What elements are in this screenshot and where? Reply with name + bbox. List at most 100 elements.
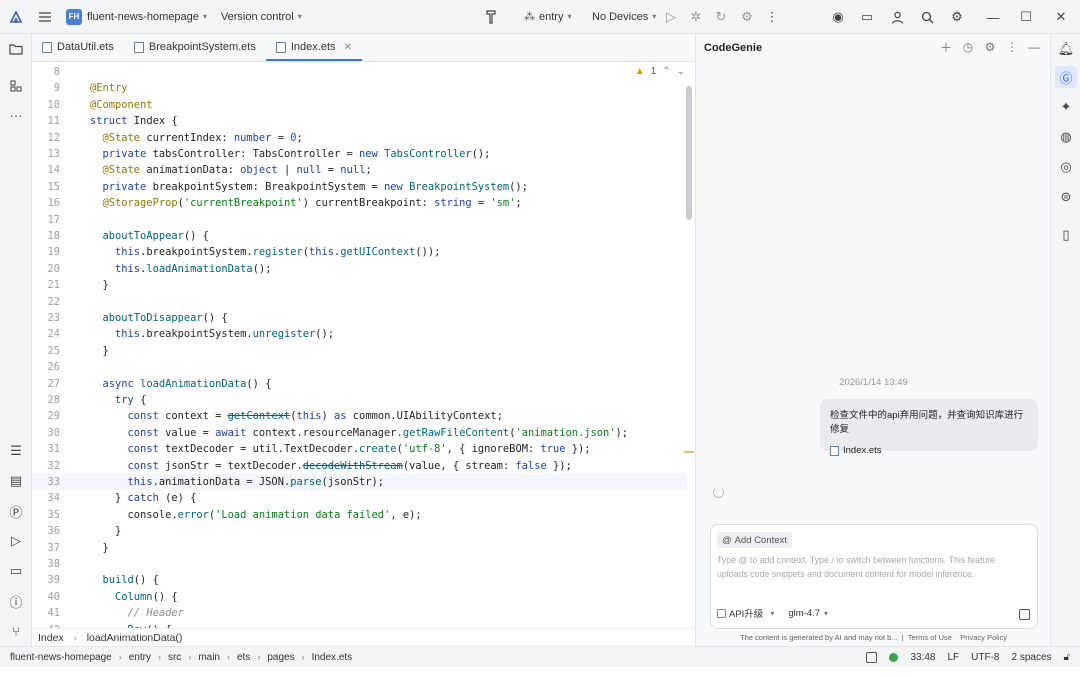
code-text[interactable]: @State currentIndex: number = 0;	[90, 130, 303, 146]
code-line[interactable]: 13 private tabsController: TabsControlle…	[32, 146, 687, 162]
more-actions-icon[interactable]: ⋮	[761, 6, 783, 28]
code-line[interactable]: 26	[32, 359, 687, 375]
ai-sparkle-icon[interactable]: ✦	[1055, 96, 1077, 118]
cursor-position[interactable]: 33:48	[910, 652, 935, 663]
code-line[interactable]: 41 // Header	[32, 605, 687, 621]
problems-icon[interactable]: ⓘ	[5, 590, 27, 612]
codegenie-icon[interactable]: Ⓖ	[1055, 66, 1077, 88]
code-editor[interactable]: ▲ 1 ⌃ ⌄ 8 9 @Entry 10 @Component 11 struct Ind…	[32, 62, 695, 628]
maximize-icon[interactable]: ☐	[1015, 6, 1037, 28]
code-line[interactable]: 37 }	[32, 540, 687, 556]
log-icon[interactable]: ▤	[5, 470, 27, 492]
main-menu-icon[interactable]	[32, 0, 58, 34]
code-text[interactable]: this.animationData = JSON.parse(jsonStr)…	[90, 474, 385, 490]
code-line[interactable]: 32 const jsonStr = textDecoder.decodeWit…	[32, 458, 687, 474]
device-manager-icon[interactable]: ▭	[856, 6, 878, 28]
editor-scrollbar[interactable]	[686, 86, 692, 220]
account-icon[interactable]	[886, 6, 908, 28]
code-line[interactable]: 24 this.breakpointSystem.unregister();	[32, 326, 687, 342]
code-line[interactable]: 23 aboutToDisappear() {	[32, 310, 687, 326]
breadcrumb-method[interactable]: loadAnimationData()	[87, 632, 183, 644]
panel-settings-icon[interactable]: ⚙	[981, 38, 999, 56]
code-line[interactable]: 15 private breakpointSystem: BreakpointS…	[32, 179, 687, 195]
mode-selector[interactable]: API升级 ▾	[717, 606, 774, 620]
minimize-icon[interactable]: —	[982, 6, 1004, 28]
project-folder-icon[interactable]	[5, 38, 27, 60]
device-selector[interactable]: No Devices ▾	[592, 0, 656, 34]
code-text[interactable]: } catch (e) {	[90, 490, 196, 506]
robot-icon[interactable]: ⊜	[1055, 186, 1077, 208]
structure-icon[interactable]	[5, 75, 27, 97]
app-logo-icon[interactable]	[0, 0, 32, 34]
run-config-selector[interactable]: ⁂ entry ▾	[524, 0, 571, 34]
notifications-bell-icon[interactable]: 🔔︎	[1055, 38, 1077, 60]
code-text[interactable]: @State animationData: object | null = nu…	[90, 162, 372, 178]
run-tool-icon[interactable]: ▷	[5, 530, 27, 552]
status-ok-icon[interactable]	[889, 653, 899, 662]
code-line[interactable]: 19 this.breakpointSystem.register(this.g…	[32, 244, 687, 260]
path-segment[interactable]: Index.ets	[312, 652, 353, 663]
code-line[interactable]: 35 console.error('Load animation data fa…	[32, 507, 687, 523]
code-line[interactable]: 30 const value = await context.resourceM…	[32, 425, 687, 441]
code-line[interactable]: 17	[32, 212, 687, 228]
path-segment[interactable]: pages	[267, 652, 294, 663]
attach-debugger-icon[interactable]: ⚙	[736, 6, 758, 28]
code-text[interactable]: @Component	[90, 97, 153, 113]
code-line[interactable]: 29 const context = getContext(this) as c…	[32, 408, 687, 424]
file-encoding[interactable]: UTF-8	[971, 652, 999, 663]
run-icon[interactable]: ▷	[660, 6, 682, 28]
code-line[interactable]: 34 } catch (e) {	[32, 490, 687, 506]
panel-minimize-icon[interactable]: —	[1025, 38, 1043, 56]
code-line[interactable]: 27 async loadAnimationData() {	[32, 376, 687, 392]
code-text[interactable]: try {	[90, 392, 146, 408]
code-line[interactable]: 12 @State currentIndex: number = 0;	[32, 130, 687, 146]
code-text[interactable]: }	[90, 523, 121, 539]
history-icon[interactable]: ◷	[959, 38, 977, 56]
code-text[interactable]: const value = await context.resourceMana…	[90, 425, 629, 441]
close-icon[interactable]: ✕	[1050, 6, 1072, 28]
preview-eye-icon[interactable]: ◎	[1055, 156, 1077, 178]
code-line[interactable]: 16 @StorageProp('currentBreakpoint') cur…	[32, 195, 687, 211]
code-line[interactable]: 25 }	[32, 343, 687, 359]
terminal-icon[interactable]: ▭	[5, 560, 27, 582]
code-text[interactable]: const jsonStr = textDecoder.decodeWithSt…	[90, 458, 572, 474]
send-stop-icon[interactable]	[1019, 609, 1030, 620]
code-line[interactable]: 31 const textDecoder = util.TextDecoder.…	[32, 441, 687, 457]
code-text[interactable]: aboutToDisappear() {	[90, 310, 228, 326]
tab-datautil[interactable]: DataUtil.ets	[32, 33, 124, 61]
code-line[interactable]: 11 struct Index {	[32, 113, 687, 129]
code-text[interactable]: const textDecoder = util.TextDecoder.cre…	[90, 441, 591, 457]
privacy-link[interactable]: Privacy Policy	[960, 633, 1007, 642]
tab-breakpointsystem[interactable]: BreakpointSystem.ets	[124, 33, 266, 61]
version-control-menu[interactable]: Version control ▾	[207, 0, 302, 34]
code-text[interactable]: console.error('Load animation data faile…	[90, 507, 422, 523]
code-text[interactable]: const context = getContext(this) as comm…	[90, 408, 503, 424]
device-phone-icon[interactable]: ▯	[1055, 224, 1077, 246]
code-line[interactable]: 36 }	[32, 523, 687, 539]
project-selector[interactable]: FH fluent-news-homepage ▾	[58, 0, 207, 34]
code-text[interactable]: private breakpointSystem: BreakpointSyst…	[90, 179, 528, 195]
code-line[interactable]: 10 @Component	[32, 97, 687, 113]
close-tab-icon[interactable]: ✕	[344, 42, 352, 53]
code-line[interactable]: 20 this.loadAnimationData();	[32, 261, 687, 277]
git-icon[interactable]: ⑂	[5, 620, 27, 642]
code-text[interactable]: // Header	[90, 605, 184, 621]
globe-icon[interactable]: ◍	[1055, 126, 1077, 148]
code-text[interactable]: }	[90, 343, 109, 359]
settings-gear-icon[interactable]: ⚙	[946, 6, 968, 28]
code-line[interactable]: 14 @State animationData: object | null =…	[32, 162, 687, 178]
code-text[interactable]: aboutToAppear() {	[90, 228, 209, 244]
model-selector[interactable]: glm-4.7 ▾	[788, 608, 828, 619]
todo-icon[interactable]: ☰	[5, 440, 27, 462]
profile-icon[interactable]: ↻	[710, 6, 732, 28]
code-text[interactable]: @Entry	[90, 80, 128, 96]
tab-index[interactable]: Index.ets ✕	[265, 33, 362, 61]
code-line[interactable]: 40 Column() {	[32, 589, 687, 605]
code-line[interactable]: 9 @Entry	[32, 80, 687, 96]
path-segment[interactable]: entry	[129, 652, 151, 663]
line-ending[interactable]: LF	[947, 652, 959, 663]
search-icon[interactable]	[916, 6, 938, 28]
code-text[interactable]: this.loadAnimationData();	[90, 261, 271, 277]
memory-indicator-icon[interactable]	[866, 652, 878, 663]
code-text[interactable]: }	[90, 540, 109, 556]
